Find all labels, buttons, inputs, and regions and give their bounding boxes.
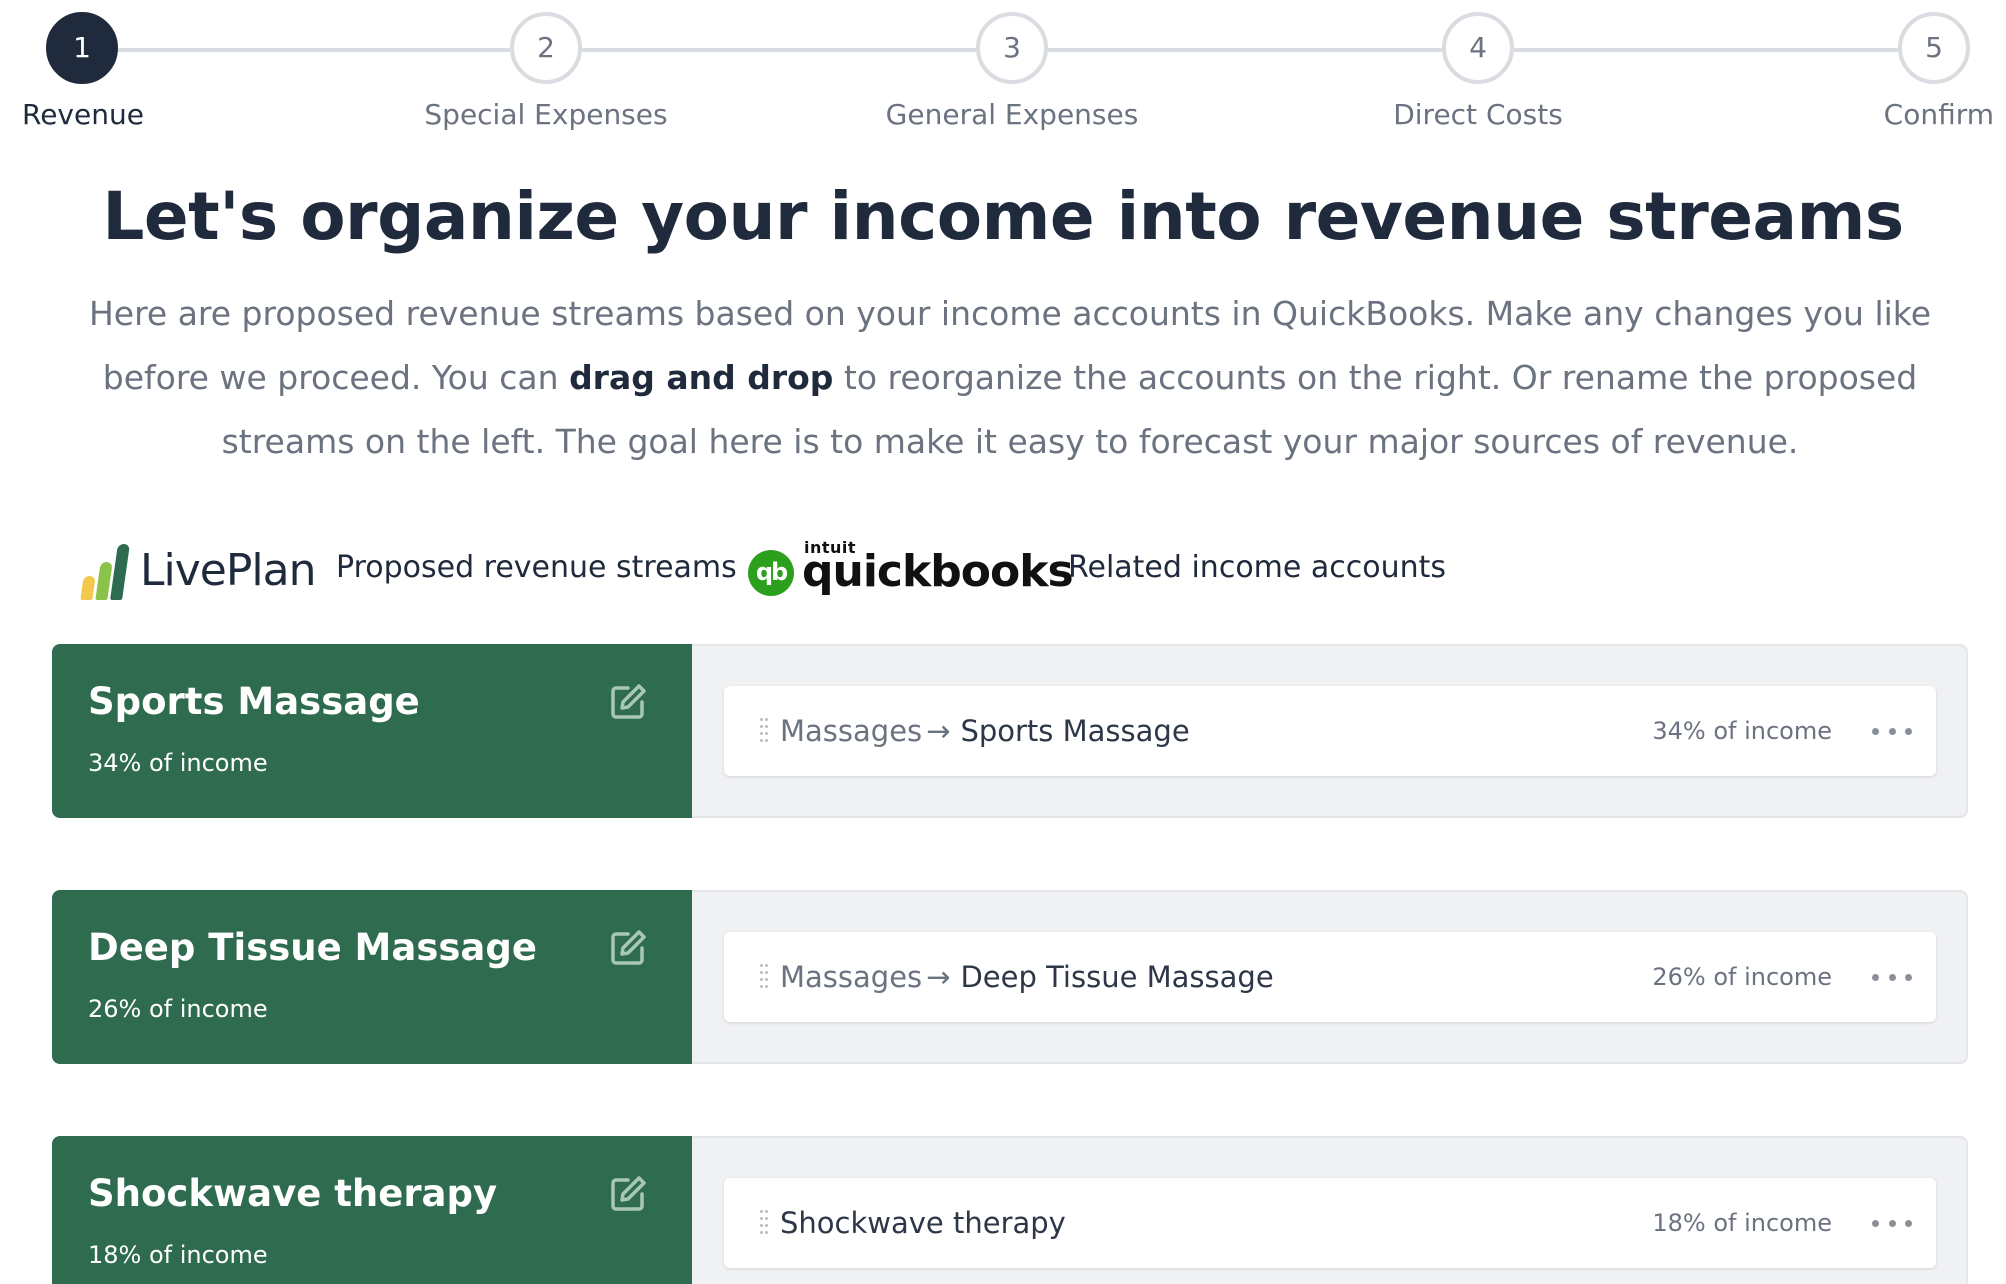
edit-icon[interactable] bbox=[608, 1174, 648, 1214]
drag-handle-icon[interactable] bbox=[760, 1210, 770, 1236]
accounts-drop-zone[interactable]: Massages → Deep Tissue Massage 26% of inco… bbox=[692, 890, 1968, 1064]
account-parent: Massages bbox=[780, 714, 923, 748]
progress-stepper: 1 Revenue 2 Special Expenses 3 General E… bbox=[0, 0, 2006, 140]
proposed-streams-label: Proposed revenue streams bbox=[336, 550, 737, 585]
income-account-item[interactable]: Massages → Sports Massage 34% of income bbox=[724, 686, 1936, 776]
stream-percentage: 34% of income bbox=[88, 749, 268, 777]
step-revenue[interactable]: 1 Revenue bbox=[22, 12, 144, 131]
stream-row: Deep Tissue Massage 26% of income Massag… bbox=[52, 890, 1968, 1064]
account-name: Deep Tissue Massage bbox=[960, 960, 1274, 994]
step-direct-costs[interactable]: 4 Direct Costs bbox=[1328, 12, 1628, 131]
account-name: Shockwave therapy bbox=[780, 1206, 1066, 1240]
step-label: Confirm bbox=[1883, 98, 1994, 131]
stream-card: Sports Massage 34% of income bbox=[52, 644, 692, 818]
more-options-icon[interactable] bbox=[1872, 1208, 1912, 1238]
stream-name: Shockwave therapy bbox=[88, 1172, 498, 1215]
step-number: 4 bbox=[1442, 12, 1514, 84]
page-title: Let's organize your income into revenue … bbox=[102, 178, 1904, 255]
intuit-wordmark: intuit bbox=[804, 538, 857, 557]
stream-row: Sports Massage 34% of income Massages → Sp… bbox=[52, 644, 1968, 818]
stream-percentage: 18% of income bbox=[88, 1241, 268, 1269]
drag-handle-icon[interactable] bbox=[760, 718, 770, 744]
step-number: 1 bbox=[46, 12, 118, 84]
quickbooks-circle-icon: qb bbox=[748, 550, 794, 596]
stream-card: Deep Tissue Massage 26% of income bbox=[52, 890, 692, 1064]
stream-name: Sports Massage bbox=[88, 680, 420, 723]
drag-handle-icon[interactable] bbox=[760, 964, 770, 990]
account-parent: Massages bbox=[780, 960, 923, 994]
liveplan-logo: LivePlan bbox=[80, 540, 316, 600]
account-percentage: 18% of income bbox=[1652, 1209, 1832, 1237]
stream-percentage: 26% of income bbox=[88, 995, 268, 1023]
liveplan-wordmark: LivePlan bbox=[140, 545, 316, 596]
stream-card: Shockwave therapy 18% of income bbox=[52, 1136, 692, 1284]
intro-text: Here are proposed revenue streams based … bbox=[60, 282, 1960, 474]
accounts-drop-zone[interactable]: Shockwave therapy 18% of income bbox=[692, 1136, 1968, 1284]
more-options-icon[interactable] bbox=[1872, 962, 1912, 992]
arrow-right-icon: → bbox=[926, 714, 951, 748]
account-percentage: 34% of income bbox=[1652, 717, 1832, 745]
column-headers: LivePlan Proposed revenue streams qb int… bbox=[80, 536, 1980, 606]
edit-icon[interactable] bbox=[608, 928, 648, 968]
edit-icon[interactable] bbox=[608, 682, 648, 722]
step-general-expenses[interactable]: 3 General Expenses bbox=[862, 12, 1162, 131]
account-path: Massages → Sports Massage bbox=[780, 686, 1190, 776]
related-accounts-label: Related income accounts bbox=[1068, 550, 1447, 585]
step-number: 2 bbox=[510, 12, 582, 84]
account-name: Sports Massage bbox=[960, 714, 1190, 748]
step-special-expenses[interactable]: 2 Special Expenses bbox=[396, 12, 696, 131]
step-label: General Expenses bbox=[885, 98, 1139, 131]
account-path: Shockwave therapy bbox=[780, 1178, 1066, 1268]
step-number: 3 bbox=[976, 12, 1048, 84]
step-number: 5 bbox=[1898, 12, 1970, 84]
step-confirm[interactable]: 5 Confirm bbox=[1884, 12, 1994, 131]
account-percentage: 26% of income bbox=[1652, 963, 1832, 991]
income-account-item[interactable]: Massages → Deep Tissue Massage 26% of inco… bbox=[724, 932, 1936, 1022]
step-label: Direct Costs bbox=[1393, 98, 1563, 131]
stream-name: Deep Tissue Massage bbox=[88, 926, 537, 969]
intro-text-bold: drag and drop bbox=[569, 358, 834, 397]
step-label: Revenue bbox=[22, 98, 144, 131]
step-label: Special Expenses bbox=[424, 98, 668, 131]
accounts-drop-zone[interactable]: Massages → Sports Massage 34% of income bbox=[692, 644, 1968, 818]
stream-row: Shockwave therapy 18% of income Shockwav… bbox=[52, 1136, 1968, 1284]
quickbooks-logo: qb intuit quickbooks bbox=[748, 536, 1074, 600]
more-options-icon[interactable] bbox=[1872, 716, 1912, 746]
arrow-right-icon: → bbox=[926, 960, 951, 994]
account-path: Massages → Deep Tissue Massage bbox=[780, 932, 1274, 1022]
income-account-item[interactable]: Shockwave therapy 18% of income bbox=[724, 1178, 1936, 1268]
liveplan-bars-icon bbox=[80, 542, 132, 600]
